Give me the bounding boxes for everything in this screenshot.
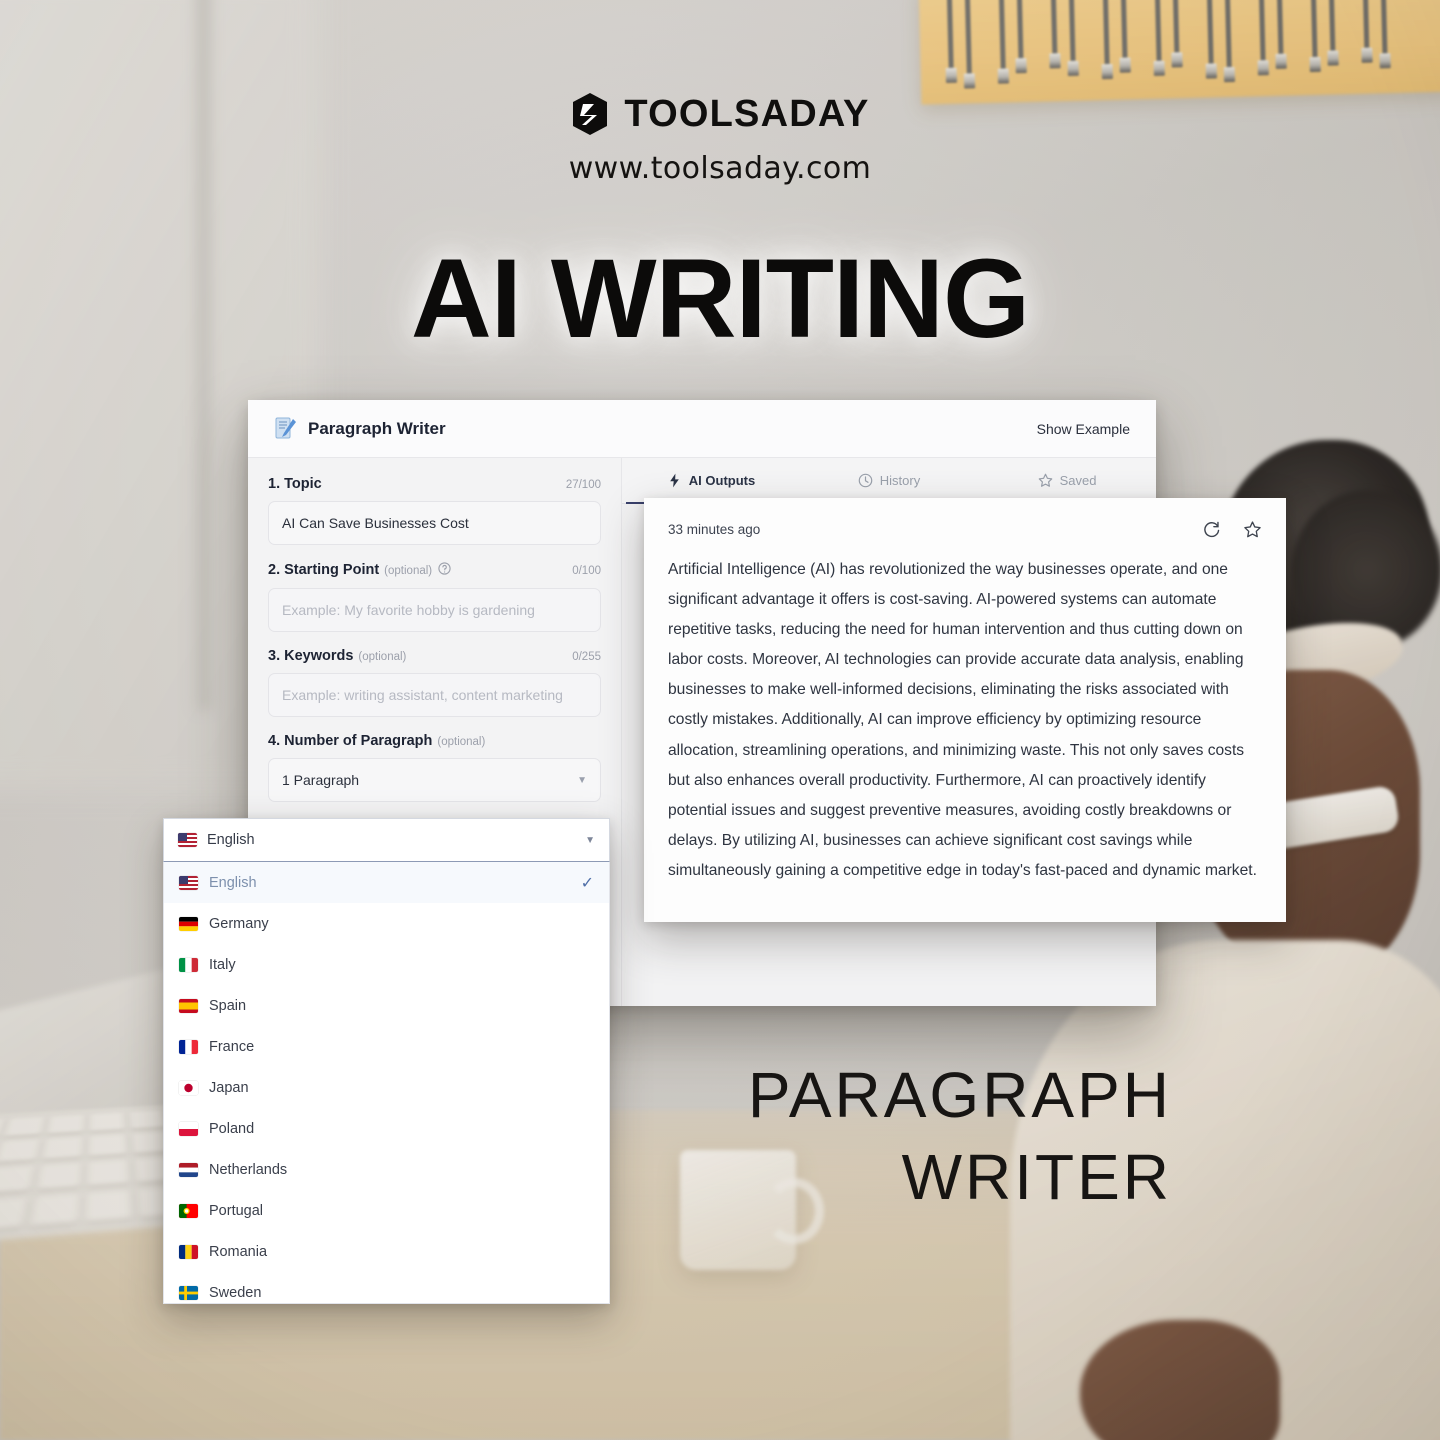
language-selected-value: English (207, 832, 255, 848)
help-icon[interactable] (432, 561, 451, 579)
language-option[interactable]: Poland (164, 1108, 609, 1149)
star-icon (1038, 473, 1053, 488)
document-pen-icon (274, 416, 297, 441)
refresh-icon[interactable] (1202, 520, 1221, 539)
character-counter: 0/255 (572, 651, 601, 663)
tab-label: History (879, 473, 921, 488)
page-headline: AI WRITING (410, 236, 1030, 361)
sweden-flag-icon (179, 1285, 198, 1300)
language-option-label: English (209, 874, 257, 891)
result-card: 33 minutes ago Artificial Intelligence (… (644, 498, 1286, 922)
tab-saved[interactable]: Saved (978, 458, 1156, 503)
result-timestamp: 33 minutes ago (668, 522, 761, 537)
result-paragraph: Artificial Intelligence (AI) has revolut… (668, 561, 1257, 879)
star-icon[interactable] (1243, 520, 1262, 539)
text-input[interactable]: Example: My favorite hobby is gardening (268, 588, 601, 632)
field-header: 4. Number of Paragraph (optional) (268, 733, 601, 749)
language-option[interactable]: Germany (164, 903, 609, 944)
bolt-icon (667, 473, 682, 488)
field-label: 1. Topic (268, 476, 322, 492)
italy-flag-icon (179, 957, 198, 972)
caption-line-1: PARAGRAPH (747, 1059, 1172, 1131)
text-input[interactable]: AI Can Save Businesses Cost (268, 501, 601, 545)
chevron-down-icon[interactable]: ▼ (585, 835, 595, 846)
field-header: 2. Starting Point (optional) 0/100 (268, 561, 601, 579)
brand-url: www.toolsaday.com (568, 151, 872, 186)
language-option-label: Spain (209, 997, 247, 1014)
app-header: Paragraph Writer Show Example (248, 400, 1156, 458)
field-header: 1. Topic 27/100 (268, 476, 601, 492)
language-dropdown: English ▼ English ✓ Germany Italy Spain Franc… (163, 818, 610, 1304)
language-option[interactable]: Spain (164, 985, 609, 1026)
brand-block: TOOLSADAY www.toolsaday.com (0, 92, 1440, 187)
field-header: 3. Keywords (optional) 0/255 (268, 648, 601, 664)
show-example-button[interactable]: Show Example (1037, 421, 1130, 437)
toolsaday-logo-icon (570, 92, 610, 136)
us-flag-icon (178, 833, 197, 847)
language-option[interactable]: Japan (164, 1067, 609, 1108)
language-option-label: Portugal (209, 1202, 264, 1219)
caption-line-2: WRITER (901, 1140, 1172, 1213)
chevron-down-icon[interactable]: ▼ (577, 775, 587, 786)
form-field: 1. Topic 27/100 AI Can Save Businesses Cos… (268, 476, 601, 545)
page-caption: PARAGRAPH WRITER (748, 1055, 1172, 1219)
language-option[interactable]: English ✓ (164, 862, 609, 903)
clock-icon (858, 473, 873, 488)
language-option-label: Italy (209, 956, 236, 973)
language-option-label: Japan (209, 1079, 249, 1096)
check-icon: ✓ (580, 874, 594, 892)
paragraph-count-select[interactable]: 1 Paragraph ▼ (268, 758, 601, 802)
form-field: 2. Starting Point (optional) 0/100 Example:… (268, 561, 601, 632)
language-option[interactable]: Portugal (164, 1190, 609, 1231)
character-counter: 0/100 (572, 565, 601, 577)
language-option-label: France (209, 1038, 255, 1055)
field-optional-tag: (optional) (358, 651, 407, 663)
tab-label: Saved (1059, 473, 1097, 488)
tab-label: AI Outputs (688, 473, 756, 488)
field-label: 2. Starting Point (268, 562, 380, 578)
input-value: AI Can Save Businesses Cost (282, 515, 469, 531)
language-option-label: Netherlands (209, 1161, 288, 1178)
language-option-label: Sweden (209, 1284, 262, 1301)
netherlands-flag-icon (179, 1162, 198, 1177)
poland-flag-icon (179, 1121, 198, 1136)
app-title-group: Paragraph Writer (274, 416, 446, 441)
result-header: 33 minutes ago (668, 520, 1262, 539)
france-flag-icon (179, 1039, 198, 1054)
language-option[interactable]: Italy (164, 944, 609, 985)
brand-logo-row: TOOLSADAY (570, 92, 869, 136)
germany-flag-icon (179, 916, 198, 931)
language-option[interactable]: Netherlands (164, 1149, 609, 1190)
language-option[interactable]: France (164, 1026, 609, 1067)
japan-flag-icon (179, 1080, 198, 1095)
input-placeholder: Example: writing assistant, content mark… (282, 687, 563, 703)
language-option-label: Germany (209, 915, 269, 932)
field-optional-tag: (optional) (384, 565, 433, 577)
field-optional-tag: (optional) (437, 736, 486, 748)
tab-history[interactable]: History (800, 458, 978, 503)
field-label: 3. Keywords (268, 648, 354, 664)
portugal-flag-icon (179, 1203, 198, 1218)
romania-flag-icon (179, 1244, 198, 1259)
language-option-list[interactable]: English ✓ Germany Italy Spain France Japan Pola… (163, 862, 610, 1304)
app-title: Paragraph Writer (308, 418, 446, 438)
select-value: 1 Paragraph (282, 772, 360, 788)
brand-name: TOOLSADAY (624, 92, 870, 135)
language-option-label: Romania (209, 1243, 268, 1260)
field-label: 4. Number of Paragraph (268, 733, 433, 749)
form-field: 3. Keywords (optional) 0/255 Example: writi… (268, 648, 601, 717)
result-actions (1202, 520, 1262, 539)
text-input[interactable]: Example: writing assistant, content mark… (268, 673, 601, 717)
language-option[interactable]: Sweden (164, 1272, 609, 1303)
language-option[interactable]: Romania (164, 1231, 609, 1272)
language-option-label: Poland (209, 1120, 255, 1137)
language-select-input[interactable]: English ▼ (163, 818, 610, 862)
us-flag-icon (179, 875, 198, 890)
input-placeholder: Example: My favorite hobby is gardening (282, 602, 535, 618)
tab-ai-outputs[interactable]: AI Outputs (622, 458, 800, 504)
form-field: 4. Number of Paragraph (optional) 1 Paragr… (268, 733, 601, 802)
character-counter: 27/100 (565, 479, 601, 491)
spain-flag-icon (179, 998, 198, 1013)
